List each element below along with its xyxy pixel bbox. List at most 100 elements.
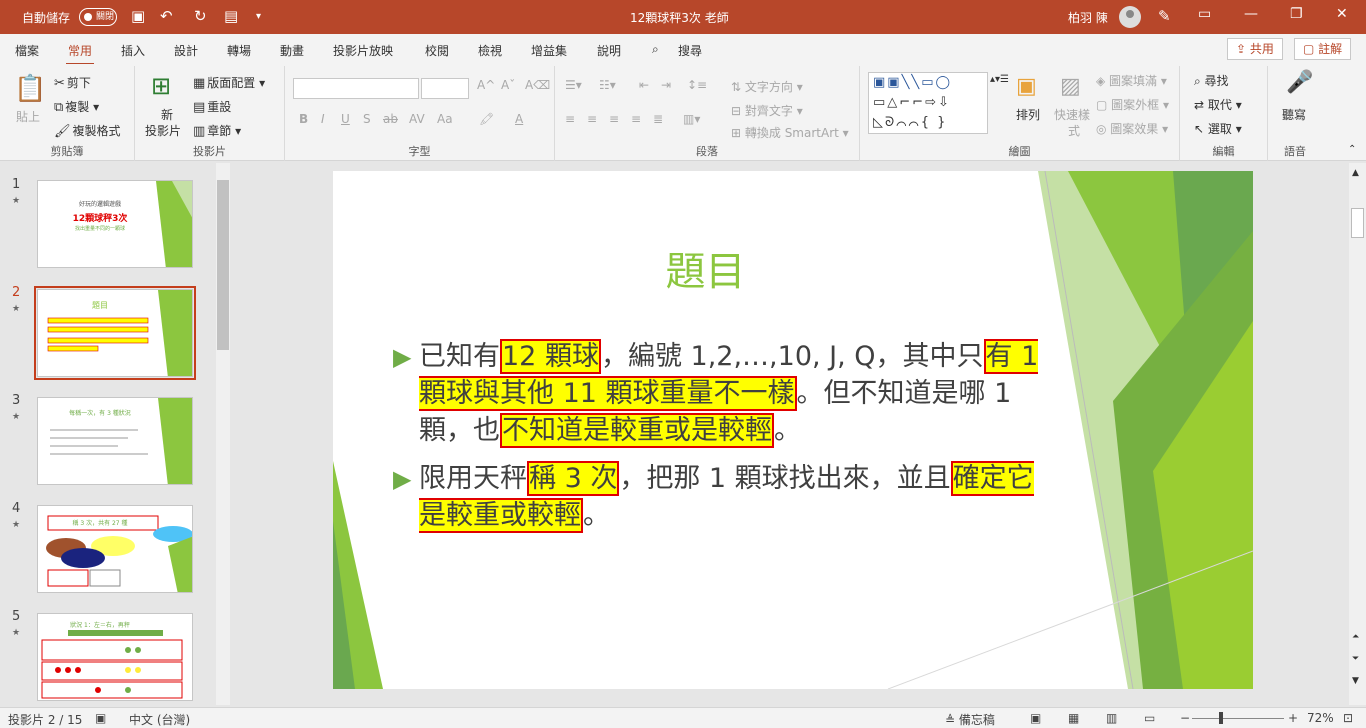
replace-button[interactable]: ⇄ 取代 ▾	[1194, 96, 1242, 113]
new-slide-label-1[interactable]: 新	[161, 106, 173, 123]
thumbnail-scroll-thumb[interactable]	[217, 180, 229, 350]
slide-thumbnail-5[interactable]: 狀況 1：左＝右，再秤	[37, 613, 193, 701]
tab-addins[interactable]: 增益集	[531, 42, 567, 59]
editor-scroll-thumb[interactable]	[1351, 208, 1364, 238]
save-icon[interactable]: ▣	[131, 7, 145, 25]
notes-button[interactable]: ≜ 備忘稿	[945, 711, 995, 728]
spellcheck-icon[interactable]: ▣	[95, 711, 106, 725]
section-button[interactable]: ▥ 章節 ▾	[193, 122, 241, 139]
scroll-down-icon[interactable]: ▼	[1352, 676, 1359, 686]
autosave-toggle[interactable]: 關閉	[79, 8, 117, 26]
bullets-icon[interactable]: ☰▾	[565, 78, 582, 92]
align-left-icon[interactable]: ≡	[565, 112, 575, 126]
zoom-slider[interactable]	[1192, 718, 1284, 719]
distribute-icon[interactable]: ≣	[653, 112, 663, 126]
tab-animations[interactable]: 動畫	[280, 42, 304, 59]
tab-home[interactable]: 常用	[65, 42, 95, 66]
font-color-icon[interactable]: A	[515, 112, 523, 126]
copy-button[interactable]: ⧉ 複製 ▾	[54, 98, 99, 115]
comment-button[interactable]: ▢ 註解	[1294, 38, 1352, 60]
italic-icon[interactable]: I	[321, 112, 325, 126]
tab-search[interactable]: 搜尋	[678, 42, 702, 59]
bullet-1-text[interactable]: 已知有12 顆球，編號 1,2,…,10, J, Q，其中只有 1 顆球與其他 …	[419, 338, 1039, 449]
paste-icon[interactable]: 📋	[14, 74, 46, 104]
layout-button[interactable]: ▦ 版面配置 ▾	[193, 74, 265, 91]
change-case-icon[interactable]: Aa	[437, 112, 453, 126]
microphone-icon[interactable]: 🎤	[1286, 70, 1313, 95]
normal-view-icon[interactable]: ▣	[1030, 711, 1041, 725]
editor-scrollbar[interactable]	[1349, 163, 1366, 705]
fit-to-window-icon[interactable]: ⊡	[1343, 711, 1353, 725]
scroll-up-icon[interactable]: ▲	[1352, 168, 1359, 178]
language[interactable]: 中文 (台灣)	[129, 711, 190, 728]
slide-title[interactable]: 題目	[333, 239, 1078, 297]
clear-format-icon[interactable]: A⌫	[525, 78, 550, 92]
zoom-slider-thumb[interactable]	[1219, 712, 1223, 724]
zoom-level[interactable]: 72%	[1307, 711, 1334, 725]
redo-icon[interactable]: ↻	[194, 7, 207, 25]
avatar[interactable]	[1119, 6, 1141, 28]
scroll-down-page-icon[interactable]: ⏷	[1352, 654, 1359, 664]
shape-outline-button[interactable]: ▢ 圖案外框 ▾	[1096, 96, 1169, 113]
collapse-ribbon-icon[interactable]: ⌃	[1348, 144, 1356, 155]
minimize-icon[interactable]: —	[1244, 6, 1258, 22]
search-icon[interactable]: ⌕	[652, 42, 659, 57]
share-button[interactable]: ⇪ 共用	[1227, 38, 1283, 60]
decrease-indent-icon[interactable]: ⇤	[639, 78, 649, 92]
strikethrough-icon[interactable]: ab	[383, 112, 398, 126]
pen-icon[interactable]: ✎	[1158, 7, 1171, 25]
quick-styles-button-2[interactable]: 式	[1068, 122, 1080, 139]
reset-button[interactable]: ▤ 重設	[193, 98, 231, 115]
shrink-font-icon[interactable]: Aˇ	[501, 78, 515, 92]
text-direction-button[interactable]: ⇅ 文字方向 ▾	[731, 78, 803, 95]
format-painter-button[interactable]: 🖌 複製格式	[54, 122, 121, 139]
justify-icon[interactable]: ≡	[631, 112, 641, 126]
char-spacing-icon[interactable]: AV	[409, 112, 425, 126]
zoom-in-icon[interactable]: +	[1288, 711, 1298, 725]
shape-fill-button[interactable]: ◈ 圖案填滿 ▾	[1096, 72, 1167, 89]
tab-slideshow[interactable]: 投影片放映	[333, 42, 393, 59]
gallery-scroll-icon[interactable]: ▴▾☰	[990, 74, 1009, 85]
align-center-icon[interactable]: ≡	[587, 112, 597, 126]
tab-design[interactable]: 設計	[174, 42, 198, 59]
tab-view[interactable]: 檢視	[478, 42, 502, 59]
tab-transitions[interactable]: 轉場	[227, 42, 251, 59]
user-name[interactable]: 柏羽 陳	[1068, 9, 1108, 26]
cut-button[interactable]: ✂ 剪下	[54, 74, 91, 91]
slide-thumbnail-4[interactable]: 稱 3 次，共有 27 種	[37, 505, 193, 593]
shadow-icon[interactable]: S	[363, 112, 371, 126]
grow-font-icon[interactable]: A^	[477, 78, 495, 92]
find-button[interactable]: ⌕ 尋找	[1194, 72, 1229, 89]
slide-sorter-icon[interactable]: ▦	[1068, 711, 1079, 725]
tab-help[interactable]: 說明	[597, 42, 621, 59]
align-text-button[interactable]: ⊟ 對齊文字 ▾	[731, 102, 803, 119]
slide-canvas[interactable]: 題目 ▶ 已知有12 顆球，編號 1,2,…,10, J, Q，其中只有 1 顆…	[333, 171, 1253, 689]
new-slide-icon[interactable]: ⊞	[151, 72, 171, 100]
bold-icon[interactable]: B	[299, 112, 308, 126]
arrange-icon[interactable]: ▣	[1016, 74, 1037, 99]
slideshow-icon[interactable]: ▭	[1144, 711, 1155, 725]
zoom-out-icon[interactable]: −	[1180, 711, 1190, 725]
close-icon[interactable]: ✕	[1336, 6, 1348, 22]
scroll-up-page-icon[interactable]: ⏶	[1352, 632, 1359, 642]
select-button[interactable]: ↖ 選取 ▾	[1194, 120, 1242, 137]
font-name-input[interactable]	[293, 78, 419, 99]
ribbon-display-icon[interactable]: ▭	[1198, 6, 1211, 22]
dictate-button[interactable]: 聽寫	[1282, 106, 1306, 123]
customize-qat-icon[interactable]: ▾	[256, 11, 261, 22]
bullet-2-text[interactable]: 限用天秤稱 3 次，把那 1 顆球找出來，並且確定它是較重或較輕。	[419, 460, 1039, 534]
paste-button[interactable]: 貼上	[16, 108, 40, 125]
restore-icon[interactable]: ❐	[1290, 6, 1303, 22]
tab-file[interactable]: 檔案	[15, 42, 39, 59]
tab-review[interactable]: 校閱	[425, 42, 449, 59]
numbering-icon[interactable]: ☷▾	[599, 78, 616, 92]
undo-icon[interactable]: ↶	[160, 7, 173, 25]
line-spacing-icon[interactable]: ↕≡	[687, 78, 707, 92]
shapes-gallery[interactable]: ▣▣╲╲▭◯ ▭△⌐⌐⇨⇩ ◺ᘐ⌒⌒{ }	[868, 72, 988, 134]
new-slide-label-2[interactable]: 投影片	[145, 122, 181, 139]
columns-icon[interactable]: ▥▾	[683, 112, 700, 126]
shape-effects-button[interactable]: ◎ 圖案效果 ▾	[1096, 120, 1168, 137]
font-size-input[interactable]	[421, 78, 469, 99]
quick-styles-button-1[interactable]: 快速樣	[1054, 106, 1090, 123]
highlight-icon[interactable]: 🖍	[479, 112, 494, 126]
